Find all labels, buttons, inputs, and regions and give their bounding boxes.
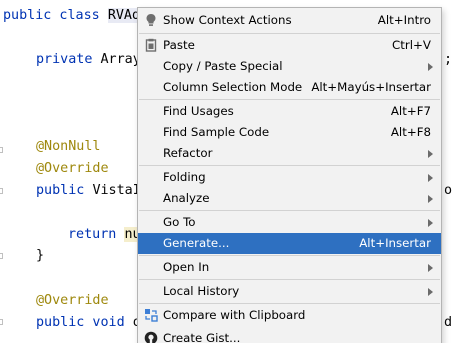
code-line-field: private Array <box>36 52 141 67</box>
menu-item-label: Show Context Actions <box>163 13 292 27</box>
submenu-arrow-icon <box>428 219 433 227</box>
clipboard-icon <box>144 38 158 52</box>
menu-item-label: Copy / Paste Special <box>163 59 283 73</box>
menu-item-local-history[interactable]: Local History <box>138 281 441 302</box>
code-line-annotation-override: @Override <box>36 293 109 308</box>
menu-item-paste[interactable]: Paste Ctrl+V <box>138 35 441 56</box>
menu-separator <box>139 33 440 34</box>
menu-item-shortcut: Alt+Insertar <box>359 236 431 250</box>
menu-item-label: Find Usages <box>163 104 234 118</box>
submenu-arrow-icon <box>428 264 433 272</box>
submenu-arrow-icon <box>428 150 433 158</box>
menu-item-shortcut: Alt+F7 <box>390 104 431 118</box>
code-line-class-declaration: public class RVAd <box>3 8 141 23</box>
code-line-method-declaration: public VistaI <box>36 183 141 198</box>
menu-item-shortcut: Alt+Mayús+Insertar <box>311 80 431 94</box>
menu-item-shortcut: Alt+F8 <box>390 125 431 139</box>
menu-item-label: Compare with Clipboard <box>163 308 306 322</box>
code-fragment: o <box>444 183 453 198</box>
menu-separator <box>139 165 440 166</box>
submenu-arrow-icon <box>428 288 433 296</box>
menu-item-label: Find Sample Code <box>163 125 270 139</box>
code-line-annotation-nonnull: @NonNull <box>36 139 101 154</box>
context-menu: Show Context Actions Alt+Intro Paste Ctr… <box>137 7 442 343</box>
menu-item-label: Column Selection Mode <box>163 80 303 94</box>
code-line-method-declaration: public void o <box>36 315 141 330</box>
menu-item-find-sample-code[interactable]: Find Sample Code Alt+F8 <box>138 122 441 143</box>
code-fragment: d <box>444 315 453 330</box>
submenu-arrow-icon <box>428 195 433 203</box>
menu-item-compare-with-clipboard[interactable]: Compare with Clipboard <box>138 305 441 326</box>
menu-item-label: Folding <box>163 170 206 184</box>
menu-item-refactor[interactable]: Refactor <box>138 143 441 164</box>
code-fragment: ; <box>444 52 453 67</box>
menu-item-column-selection-mode[interactable]: Column Selection Mode Alt+Mayús+Insertar <box>138 77 441 98</box>
menu-item-shortcut: Ctrl+V <box>392 38 431 52</box>
fold-marker[interactable] <box>0 253 3 259</box>
menu-item-label: Analyze <box>163 191 210 205</box>
fold-marker[interactable] <box>0 147 3 153</box>
menu-item-find-usages[interactable]: Find Usages Alt+F7 <box>138 101 441 122</box>
code-line-return: return nu <box>68 227 141 242</box>
submenu-arrow-icon <box>428 63 433 71</box>
menu-item-copy-paste-special[interactable]: Copy / Paste Special <box>138 56 441 77</box>
menu-separator <box>139 255 440 256</box>
menu-item-open-in[interactable]: Open In <box>138 257 441 278</box>
compare-icon <box>144 308 158 322</box>
menu-item-folding[interactable]: Folding <box>138 167 441 188</box>
menu-item-label: Paste <box>163 38 195 52</box>
menu-item-label: Local History <box>163 284 240 298</box>
menu-item-shortcut: Alt+Intro <box>377 13 431 27</box>
menu-item-create-gist[interactable]: Create Gist... <box>138 328 441 343</box>
menu-item-analyze[interactable]: Analyze <box>138 188 441 209</box>
menu-separator <box>139 303 440 304</box>
menu-item-label: Go To <box>163 215 196 229</box>
menu-separator <box>139 99 440 100</box>
fold-marker[interactable] <box>0 319 3 325</box>
menu-item-label: Open In <box>163 260 210 274</box>
menu-separator <box>139 279 440 280</box>
github-icon <box>144 331 158 343</box>
menu-item-show-context-actions[interactable]: Show Context Actions Alt+Intro <box>138 10 441 31</box>
menu-item-label: Refactor <box>163 146 213 160</box>
bulb-icon <box>144 13 158 27</box>
menu-item-label: Create Gist... <box>163 331 241 343</box>
menu-item-go-to[interactable]: Go To <box>138 212 441 233</box>
submenu-arrow-icon <box>428 174 433 182</box>
menu-item-label: Generate... <box>163 236 230 250</box>
editor-gutter <box>0 0 6 343</box>
fold-marker[interactable] <box>0 188 3 194</box>
menu-separator <box>139 210 440 211</box>
menu-item-generate[interactable]: Generate... Alt+Insertar <box>138 233 441 254</box>
code-line-annotation-override: @Override <box>36 161 109 176</box>
code-line-closing-brace: } <box>36 248 45 263</box>
